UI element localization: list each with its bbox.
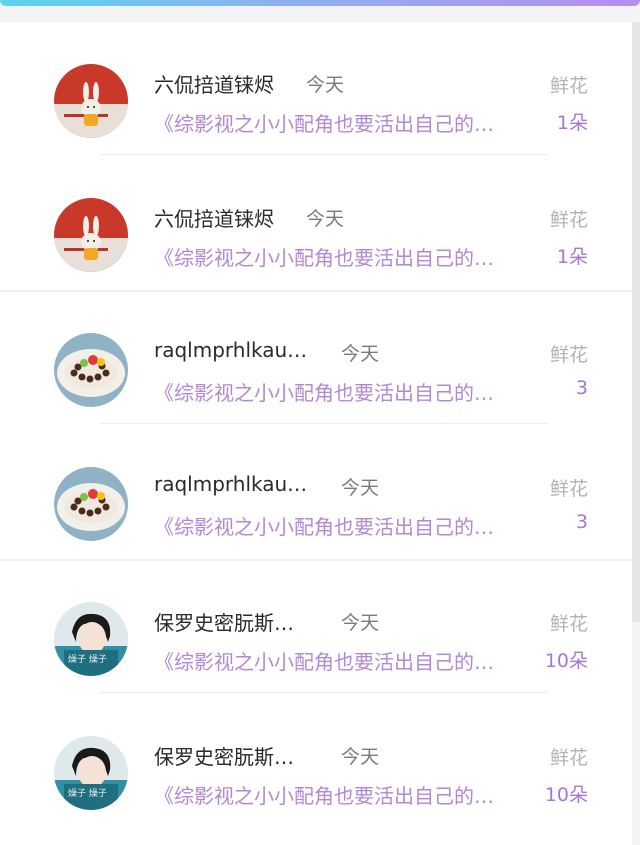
time-label: 今天: [341, 612, 380, 634]
list-item[interactable]: 燥子 燥子 保罗史密朊斯… 今天 《综影视之小小配角也要活出自己的… 鲜花 10…: [0, 560, 632, 694]
dessert-avatar[interactable]: [54, 333, 128, 407]
gift-type: 鲜花: [549, 75, 588, 97]
time-label: 今天: [306, 74, 345, 96]
gift-count: 1朵: [556, 246, 588, 268]
time-label: 今天: [341, 746, 380, 768]
rabbit-avatar[interactable]: [54, 64, 128, 138]
book-title[interactable]: 《综影视之小小配角也要活出自己的…: [154, 108, 536, 137]
user-name: 保罗史密朊斯…: [154, 745, 294, 769]
gift-list: 六侃掊道铼烬 今天 《综影视之小小配角也要活出自己的… 鲜花 1朵 六侃掊道铼烬…: [0, 22, 632, 845]
scrollbar[interactable]: [632, 22, 640, 622]
person-avatar[interactable]: 燥子 燥子: [54, 602, 128, 676]
book-title[interactable]: 《综影视之小小配角也要活出自己的…: [154, 646, 536, 675]
user-name: raqlmprhlkau…: [154, 338, 308, 362]
svg-text:燥子 燥子: 燥子 燥子: [68, 654, 107, 665]
list-item[interactable]: 六侃掊道铼烬 今天 《综影视之小小配角也要活出自己的… 鲜花 1朵: [0, 156, 632, 290]
time-label: 今天: [341, 343, 380, 365]
dessert-avatar[interactable]: [54, 467, 128, 541]
user-name: 保罗史密朊斯…: [154, 611, 294, 635]
list-item[interactable]: raqlmprhlkau… 今天 《综影视之小小配角也要活出自己的… 鲜花 3: [0, 425, 632, 559]
user-name: 六侃掊道铼烬: [154, 207, 274, 231]
svg-text:燥子 燥子: 燥子 燥子: [68, 788, 107, 799]
list-item[interactable]: raqlmprhlkau… 今天 《综影视之小小配角也要活出自己的… 鲜花 3: [0, 291, 632, 425]
gift-count: 1朵: [556, 112, 588, 134]
time-label: 今天: [306, 208, 345, 230]
person-avatar[interactable]: 燥子 燥子: [54, 736, 128, 810]
divider: [100, 692, 548, 693]
divider: [100, 154, 548, 155]
gift-count: 3: [575, 377, 588, 399]
gift-type: 鲜花: [549, 613, 588, 635]
divider: [100, 423, 548, 424]
top-gradient-bar: [0, 0, 640, 6]
gift-type: 鲜花: [549, 747, 588, 769]
gift-type: 鲜花: [549, 209, 588, 231]
rabbit-avatar[interactable]: [54, 198, 128, 272]
gift-count: 10朵: [544, 784, 588, 806]
book-title[interactable]: 《综影视之小小配角也要活出自己的…: [154, 377, 536, 406]
user-name: raqlmprhlkau…: [154, 472, 308, 496]
user-name: 六侃掊道铼烬: [154, 73, 274, 97]
list-item[interactable]: 六侃掊道铼烬 今天 《综影视之小小配角也要活出自己的… 鲜花 1朵: [0, 22, 632, 156]
gift-type: 鲜花: [549, 478, 588, 500]
book-title[interactable]: 《综影视之小小配角也要活出自己的…: [154, 242, 536, 271]
gift-type: 鲜花: [549, 344, 588, 366]
book-title[interactable]: 《综影视之小小配角也要活出自己的…: [154, 780, 536, 809]
time-label: 今天: [341, 477, 380, 499]
gift-count: 3: [575, 511, 588, 533]
book-title[interactable]: 《综影视之小小配角也要活出自己的…: [154, 511, 536, 540]
gift-count: 10朵: [544, 650, 588, 672]
list-item[interactable]: 燥子 燥子 保罗史密朊斯… 今天 《综影视之小小配角也要活出自己的… 鲜花 10…: [0, 694, 632, 828]
